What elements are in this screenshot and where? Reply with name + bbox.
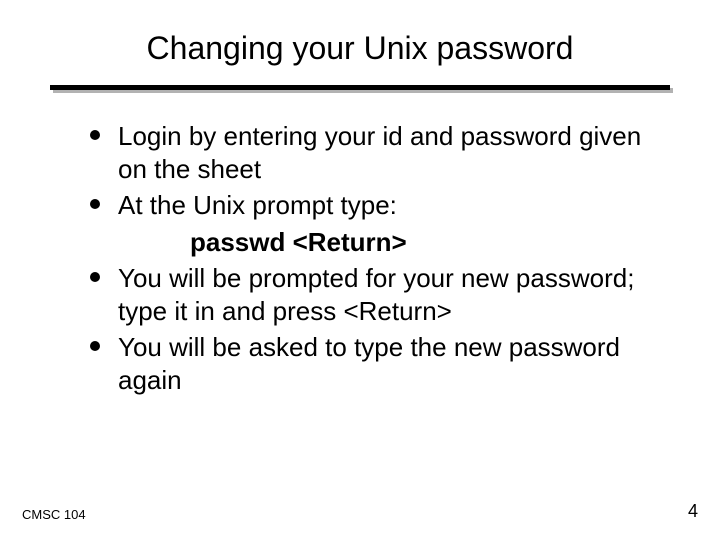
bullet-text: Login by entering your id and password g…	[118, 121, 641, 184]
title-divider	[50, 85, 670, 90]
bullet-item: Login by entering your id and password g…	[90, 120, 650, 185]
bullet-item: At the Unix prompt type:	[90, 189, 650, 222]
bullet-icon	[90, 130, 100, 140]
slide-container: Changing your Unix password Login by ent…	[0, 0, 720, 540]
bullet-icon	[90, 341, 100, 351]
bullet-icon	[90, 199, 100, 209]
bullet-text: You will be asked to type the new passwo…	[118, 332, 620, 395]
slide-title: Changing your Unix password	[50, 30, 670, 67]
bullet-list: Login by entering your id and password g…	[90, 120, 650, 396]
bullet-text: You will be prompted for your new passwo…	[118, 263, 634, 326]
bullet-item: You will be prompted for your new passwo…	[90, 262, 650, 327]
bullet-subtext: passwd <Return>	[90, 226, 650, 259]
slide-footer: CMSC 104 4	[22, 501, 698, 522]
page-number: 4	[688, 501, 698, 522]
bullet-text: At the Unix prompt type:	[118, 190, 397, 220]
slide-content: Login by entering your id and password g…	[50, 120, 670, 500]
course-label: CMSC 104	[22, 507, 86, 522]
bullet-icon	[90, 272, 100, 282]
bullet-item: You will be asked to type the new passwo…	[90, 331, 650, 396]
